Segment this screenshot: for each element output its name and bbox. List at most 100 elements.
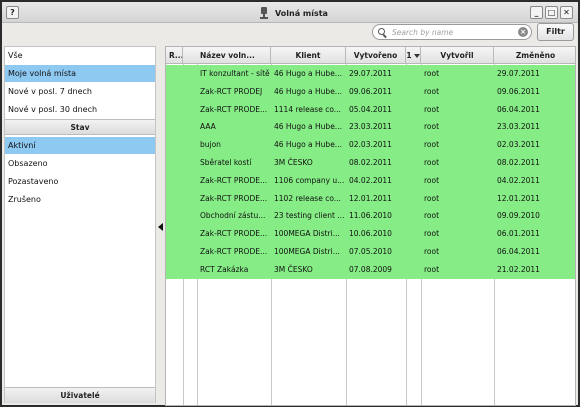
cell-created-by: root (424, 158, 440, 167)
cell-created: 29.07.2011 (349, 69, 392, 78)
cell-r (166, 190, 183, 208)
cell-created-by: root (424, 140, 440, 150)
priority-header-label: 1 (406, 51, 412, 60)
cell-position-name: RCT Zakázka (200, 264, 249, 274)
table-row[interactable]: AAA 46 Hugo a Hube... 23.03.2011 root 23… (166, 118, 575, 137)
cell-client: 1102 release co... (274, 193, 341, 203)
cell-client: 100MEGA Distri... (274, 229, 340, 239)
cell-created: 11.06.2010 (349, 211, 392, 221)
cell-created: 07.05.2010 (349, 247, 392, 256)
cell-created-by: root (424, 175, 440, 185)
sidebar-item-cancelled[interactable]: Zrušeno (5, 191, 155, 208)
cell-modified: 04.02.2011 (497, 175, 540, 185)
cell-r (166, 65, 183, 83)
close-button[interactable]: ✕ (560, 6, 573, 19)
column-header-client[interactable]: Klient (271, 47, 346, 64)
table-row[interactable]: Zak-RCT PRODE... 100MEGA Distri... 07.05… (166, 243, 575, 261)
cell-r (166, 118, 183, 136)
users-section-header[interactable]: Uživatelé (5, 387, 155, 403)
sidebar-item-filled[interactable]: Obsazeno (5, 155, 155, 172)
cell-position-name: Zak-RCT PRODE... (200, 175, 268, 185)
table-header: R... Název voln... Klient Vytvořeno 1 Vy… (166, 47, 575, 64)
table-row[interactable]: Zak-RCT PRODE... 1102 release co... 12.0… (166, 189, 575, 208)
cell-position-name: Zak-RCT PRODE... (200, 104, 268, 114)
cell-r (166, 101, 183, 119)
cell-modified: 06.04.2011 (497, 104, 540, 114)
cell-modified: 06.04.2011 (497, 247, 540, 256)
minimize-button[interactable]: _ (530, 6, 543, 19)
sidebar-item-new-30-days[interactable]: Nové v posl. 30 dnech (5, 101, 155, 118)
cell-created: 07.08.2009 (349, 264, 392, 274)
positions-table: IT konzultant - sítě 46 Hugo a Hube... 2… (165, 46, 576, 406)
sidebar-item-active[interactable]: Aktivní (5, 137, 155, 154)
clear-search-icon[interactable]: × (518, 27, 528, 37)
table-row[interactable]: bujon 46 Hugo a Hube... 02.03.2011 root … (166, 136, 575, 154)
cell-r (166, 154, 183, 172)
sidebar-item-new-7-days[interactable]: Nové v posl. 7 dnech (5, 83, 155, 100)
window-title-group: Volná místa (260, 6, 328, 20)
cell-created: 05.04.2011 (349, 104, 392, 114)
search-icon (378, 28, 387, 38)
cell-created: 10.06.2010 (349, 229, 392, 239)
cell-client: 3M ČESKO (274, 158, 313, 167)
cell-client: 46 Hugo a Hube... (274, 140, 342, 150)
table-row[interactable]: Zak-RCT PRODE... 1106 company u... 04.02… (166, 171, 575, 190)
cell-modified: 21.02.2011 (497, 264, 540, 274)
help-button[interactable]: ? (6, 6, 19, 19)
state-section-header[interactable]: Stav (5, 119, 155, 135)
column-header-priority[interactable]: 1 (406, 47, 421, 64)
cell-modified: 06.01.2011 (497, 229, 540, 239)
cell-modified: 09.06.2011 (497, 86, 540, 96)
cell-created-by: root (424, 247, 440, 256)
cell-position-name: Zak-RCT PRODE... (200, 193, 268, 203)
cell-created-by: root (424, 211, 440, 221)
column-header-modified[interactable]: Změněno (494, 47, 575, 64)
table-row[interactable]: Zak-RCT PRODE... 1114 release co... 05.0… (166, 100, 575, 119)
column-header-r[interactable]: R... (166, 47, 183, 64)
cell-modified: 23.03.2011 (497, 122, 540, 132)
table-row[interactable]: Zak-RCT PRODE... 100MEGA Distri... 10.06… (166, 225, 575, 243)
table-row[interactable]: Obchodní zástu... 23 testing client ... … (166, 207, 575, 226)
title-bar: ? Volná místa _ □ ✕ (2, 2, 578, 23)
cell-created-by: root (424, 104, 440, 114)
app-window: ? Volná místa _ □ ✕ × Filtr Vše Moje vol… (0, 0, 580, 407)
filter-button[interactable]: Filtr (537, 23, 574, 41)
cell-position-name: IT konzultant - sítě (200, 69, 270, 78)
cell-created: 23.03.2011 (349, 122, 392, 132)
cell-position-name: Zak-RCT PRODE... (200, 229, 268, 239)
sidebar-item-my-positions[interactable]: Moje volná místa (5, 65, 155, 82)
table-row[interactable]: Sběratel kostí 3M ČESKO 08.02.2011 root … (166, 154, 575, 172)
sidebar-item-all[interactable]: Vše (5, 47, 155, 64)
cell-r (166, 225, 183, 243)
cell-r (166, 261, 183, 279)
cell-created-by: root (424, 264, 440, 274)
window-title: Volná místa (275, 8, 328, 18)
cell-modified: 02.03.2011 (497, 140, 540, 150)
microphone-icon (260, 6, 268, 20)
collapse-sidebar-icon[interactable] (158, 223, 164, 231)
table-row[interactable]: Zak-RCT PRODEJ 46 Hugo a Hube... 09.06.2… (166, 82, 575, 101)
cell-r (166, 83, 183, 101)
search-box: × (372, 24, 532, 40)
cell-created-by: root (424, 193, 440, 203)
cell-modified: 29.07.2011 (497, 69, 540, 78)
column-header-created-by[interactable]: Vytvořil (421, 47, 494, 64)
sidebar-item-paused[interactable]: Pozastaveno (5, 173, 155, 190)
table-row[interactable]: RCT Zakázka 3M ČESKO 07.08.2009 root 21.… (166, 260, 575, 279)
column-header-position-name[interactable]: Název voln... (197, 47, 271, 64)
search-input[interactable] (392, 26, 516, 38)
cell-position-name: Zak-RCT PRODEJ (200, 86, 263, 96)
cell-created-by: root (424, 69, 440, 78)
cell-position-name: Sběratel kostí (200, 158, 252, 167)
column-header-created[interactable]: Vytvořeno (346, 47, 406, 64)
cell-created-by: root (424, 229, 440, 239)
table-row[interactable]: IT konzultant - sítě 46 Hugo a Hube... 2… (166, 65, 575, 83)
cell-created-by: root (424, 122, 440, 132)
cell-position-name: Zak-RCT PRODE... (200, 247, 268, 256)
cell-client: 3M ČESKO (274, 264, 313, 274)
cell-client: 1106 company u... (274, 175, 345, 185)
maximize-button[interactable]: □ (545, 6, 558, 19)
cell-created: 02.03.2011 (349, 140, 392, 150)
cell-r (166, 172, 183, 190)
cell-created: 09.06.2011 (349, 86, 392, 96)
